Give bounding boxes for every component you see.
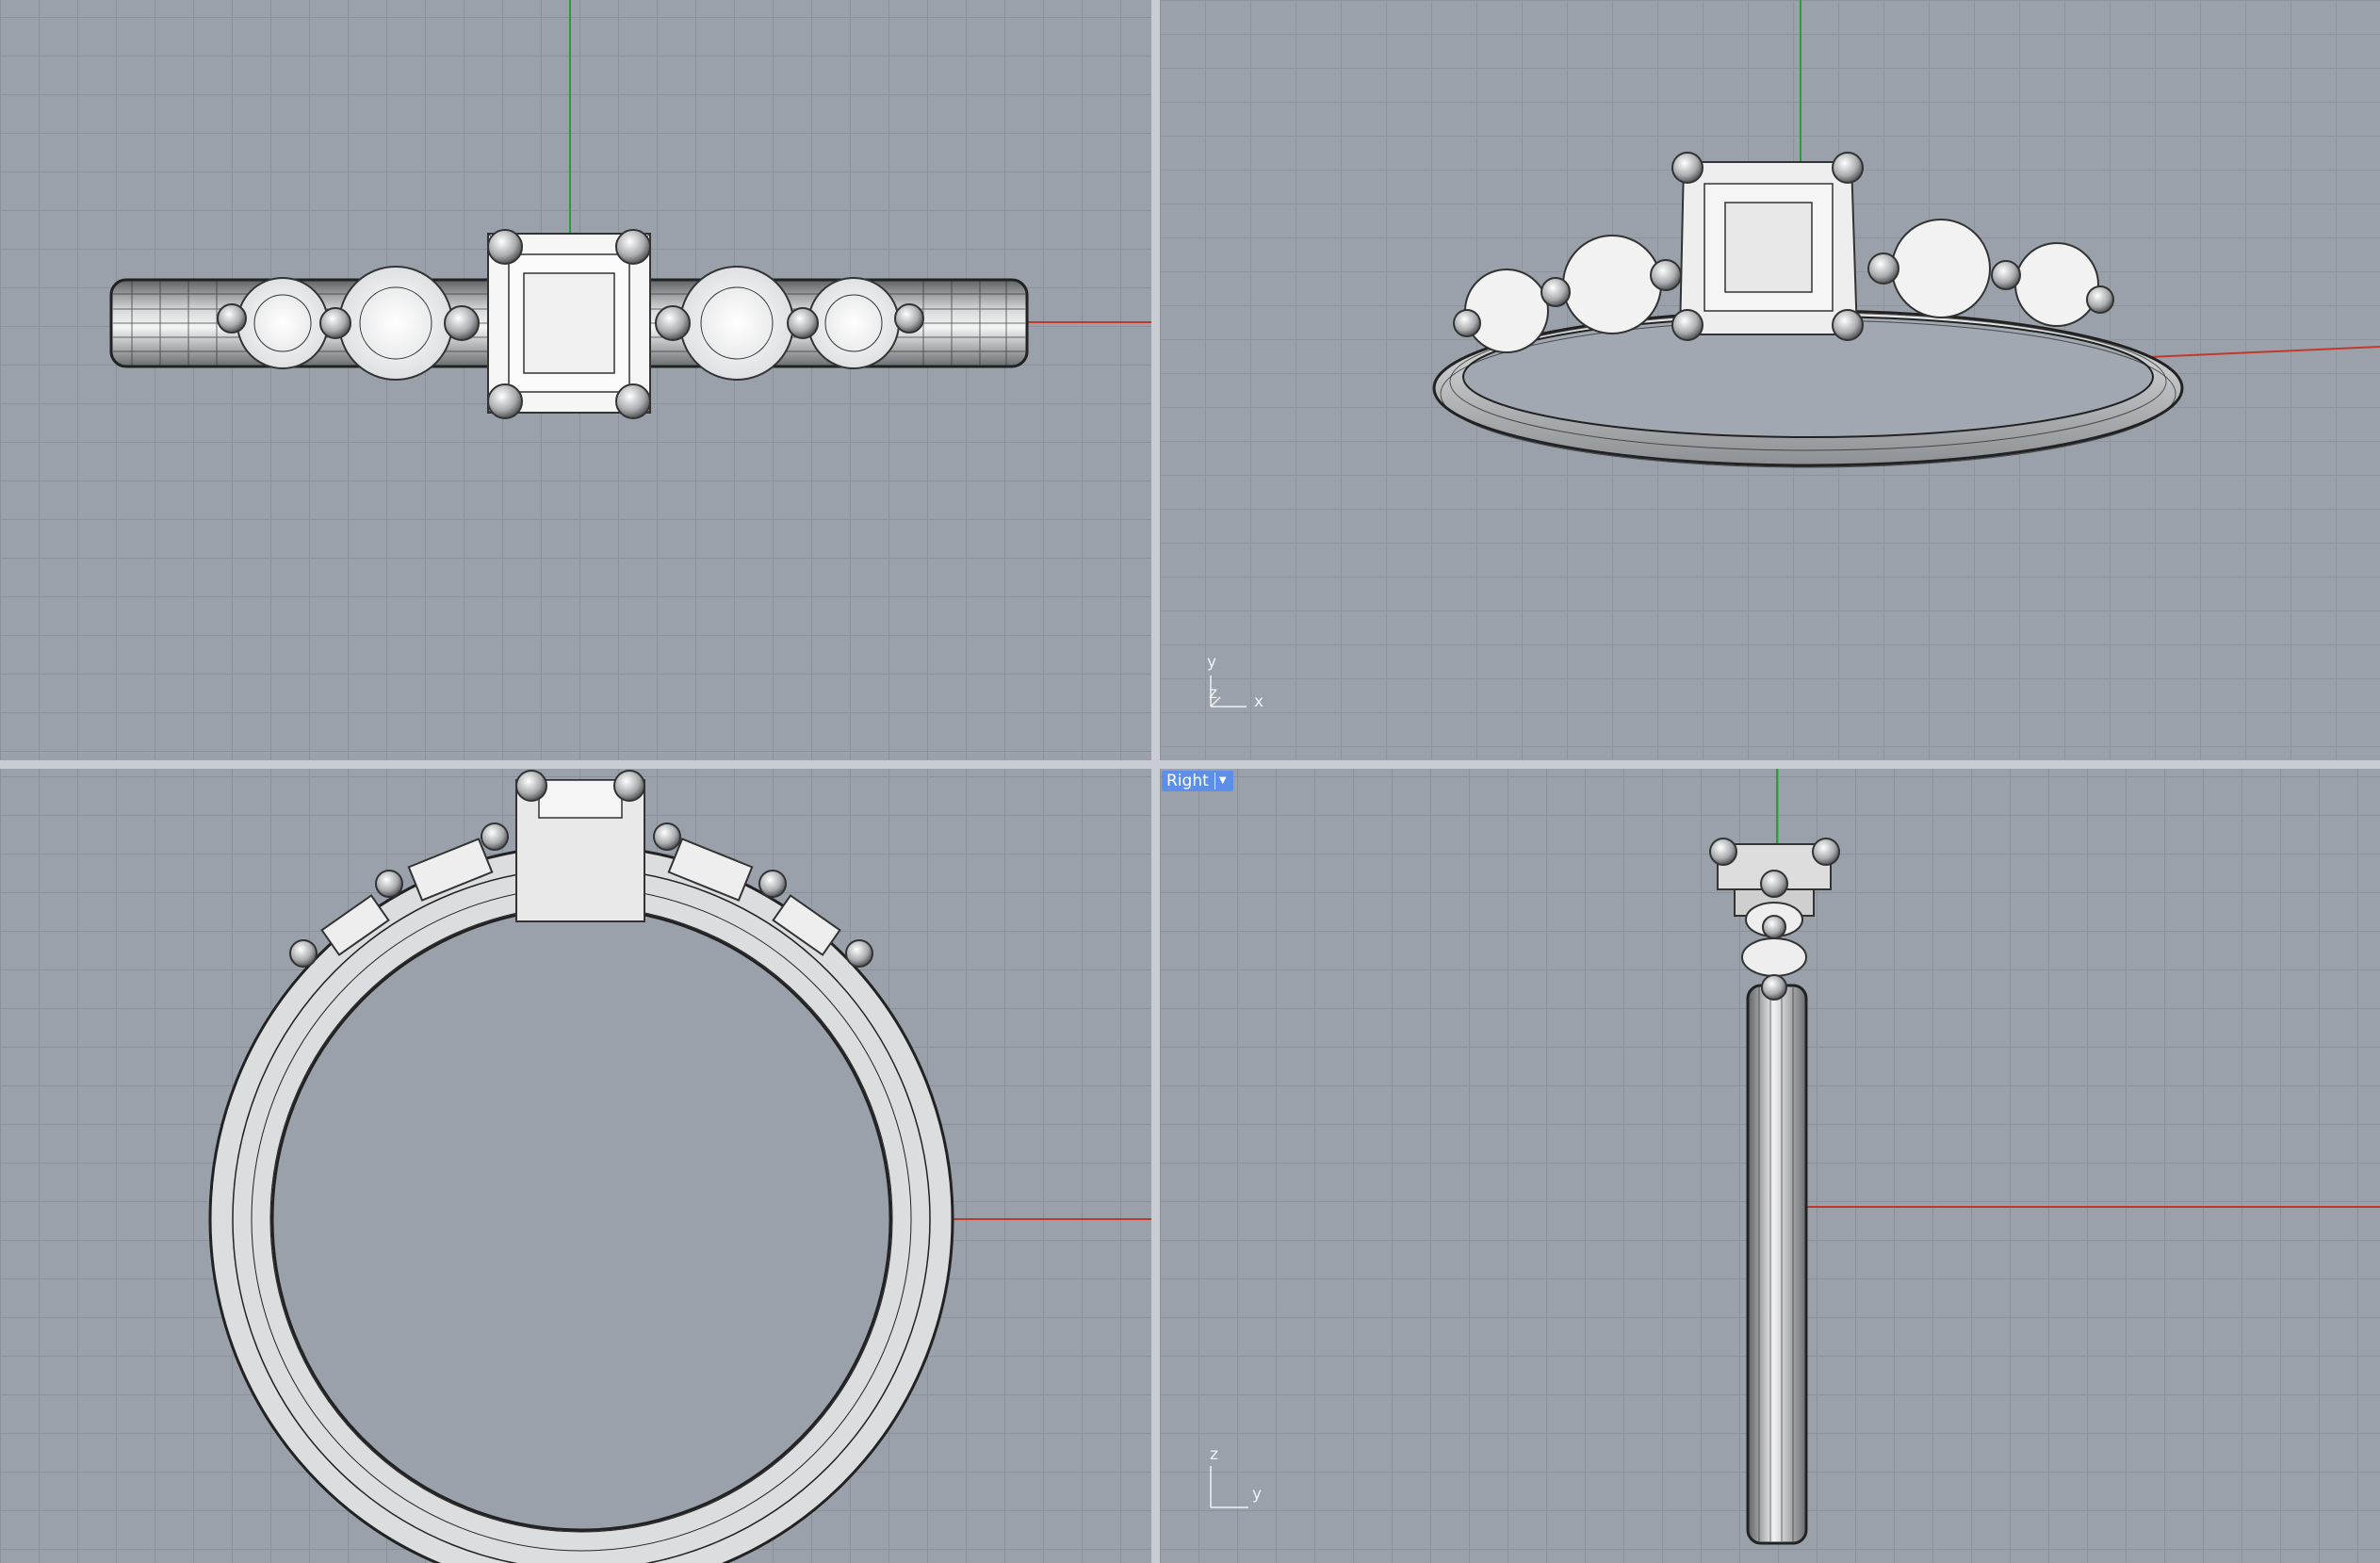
viewport-front[interactable] (0, 769, 1151, 1563)
ring-shank-side (1746, 984, 1808, 1545)
gizmo-label-z: z (1209, 684, 1217, 703)
ring-shank-front (208, 844, 954, 1563)
viewport-perspective[interactable]: y z x (1160, 0, 2380, 760)
gizmo-label-y: y (1252, 1485, 1263, 1504)
perspective-view-canvas (1210, 0, 2380, 708)
center-emerald-stone (487, 229, 651, 419)
viewport-right[interactable]: Right ▼ z y (1160, 769, 2380, 1563)
center-emerald-perspective (1671, 152, 1864, 341)
rhino-workspace: y z x Right ▼ z y (0, 0, 2380, 1563)
gizmo-label-z: z (1210, 1445, 1218, 1464)
center-setting-front (515, 770, 645, 922)
viewport-top[interactable] (0, 0, 1151, 760)
top-view-canvas (109, 0, 1151, 419)
axis-gizmo-right (1210, 1466, 1248, 1508)
front-view-canvas (208, 770, 1151, 1563)
gizmo-label-x: x (1254, 692, 1264, 711)
right-view-canvas (1210, 769, 2380, 1545)
gizmo-label-y: y (1207, 653, 1217, 672)
head-setting-side (1709, 838, 1840, 1001)
